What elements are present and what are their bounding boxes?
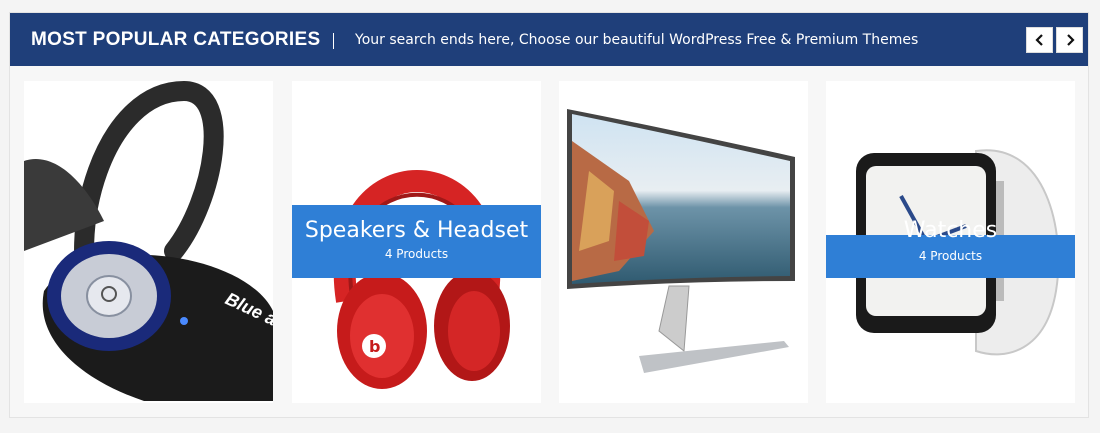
category-count: 4 Products xyxy=(918,249,983,263)
popular-categories-section: MOST POPULAR CATEGORIES Your search ends… xyxy=(9,12,1089,418)
chevron-left-icon xyxy=(1034,34,1043,46)
header-divider xyxy=(333,33,334,49)
category-count: 4 Products xyxy=(384,247,449,261)
svg-text:b: b xyxy=(369,337,380,356)
carousel-prev-button[interactable] xyxy=(1026,27,1053,53)
chevron-right-icon xyxy=(1066,34,1075,46)
category-overlay[interactable]: Watches 4 Products xyxy=(826,218,1075,278)
category-name[interactable]: Speakers & Headset xyxy=(292,218,541,243)
category-card-3[interactable] xyxy=(559,81,808,403)
section-title: MOST POPULAR CATEGORIES xyxy=(31,29,321,50)
bluetooth-headset-image: Blue ant xyxy=(24,81,273,401)
category-card-2[interactable]: b Speakers & Headset 4 Products xyxy=(292,81,541,403)
carousel-next-button[interactable] xyxy=(1056,27,1083,53)
section-header: MOST POPULAR CATEGORIES Your search ends… xyxy=(10,13,1088,66)
category-card-1[interactable]: Blue ant xyxy=(24,81,273,403)
category-card-4[interactable]: Watches 4 Products xyxy=(826,81,1075,403)
category-overlay[interactable]: Speakers & Headset 4 Products xyxy=(292,205,541,278)
category-name[interactable]: Watches xyxy=(826,218,1075,243)
section-subtitle: Your search ends here, Choose our beauti… xyxy=(355,32,919,48)
curved-monitor-image xyxy=(567,109,795,373)
